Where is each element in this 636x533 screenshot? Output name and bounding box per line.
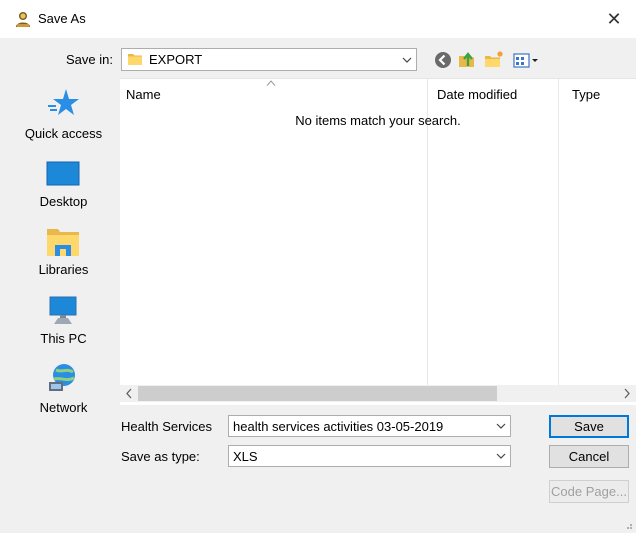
save-as-type-label: Save as type: [121, 449, 200, 464]
title-bar: Save As ✕ [0, 0, 636, 38]
place-label: Desktop [39, 194, 88, 209]
this-pc-icon [49, 296, 77, 324]
filename-input[interactable]: health services activities 03-05-2019 [233, 419, 443, 434]
place-network[interactable]: Network [10, 350, 117, 418]
chevron-down-icon [496, 453, 506, 459]
chevron-down-icon[interactable] [492, 416, 510, 436]
save-button[interactable]: Save [549, 415, 629, 438]
file-list[interactable]: Name Date modified Type No items match y… [120, 78, 636, 405]
horizontal-scrollbar[interactable] [120, 385, 636, 402]
save-in-label: Save in: [66, 52, 113, 67]
resize-grip-icon[interactable] [623, 520, 633, 530]
place-libraries[interactable]: Libraries [10, 214, 117, 282]
place-label: Network [39, 400, 88, 415]
save-as-type-value: XLS [233, 449, 258, 464]
chevron-right-icon [624, 388, 630, 399]
places-bar: Quick access Desktop Libraries This PC N… [10, 78, 117, 431]
cancel-button[interactable]: Cancel [549, 445, 629, 468]
code-page-button[interactable]: Code Page... [549, 480, 629, 503]
place-desktop[interactable]: Desktop [10, 146, 117, 214]
place-quick-access[interactable]: Quick access [10, 78, 117, 146]
column-header-date-modified[interactable]: Date modified [437, 87, 517, 102]
view-menu-icon[interactable] [512, 50, 542, 70]
scroll-right-button[interactable] [618, 385, 636, 402]
chevron-down-icon [402, 57, 412, 63]
close-button[interactable]: ✕ [602, 6, 626, 32]
scroll-left-button[interactable] [120, 385, 138, 402]
back-icon[interactable] [433, 50, 453, 70]
place-label: This PC [40, 331, 87, 346]
new-folder-icon[interactable] [484, 50, 504, 70]
up-folder-icon[interactable] [457, 50, 477, 70]
column-header-type[interactable]: Type [572, 87, 600, 102]
save-in-dropdown[interactable]: EXPORT [121, 48, 417, 71]
filename-combobox[interactable]: health services activities 03-05-2019 [228, 415, 511, 437]
desktop-icon [46, 161, 80, 186]
save-in-value: EXPORT [149, 52, 203, 67]
scrollbar-thumb[interactable] [138, 386, 497, 401]
save-as-dialog: Save As ✕ Save in: EXPORT Quick access D… [0, 0, 636, 533]
libraries-icon [47, 229, 79, 256]
place-this-pc[interactable]: This PC [10, 282, 117, 350]
place-label: Quick access [24, 126, 103, 141]
quick-access-star-icon [48, 89, 79, 115]
window-title: Save As [38, 11, 86, 26]
sort-ascending-icon [266, 80, 276, 86]
empty-message: No items match your search. [295, 113, 461, 128]
filename-label: Health Services [121, 419, 213, 434]
place-label: Libraries [38, 262, 89, 277]
save-as-type-dropdown[interactable]: XLS [228, 445, 511, 467]
network-icon [49, 364, 75, 391]
chevron-left-icon [126, 388, 132, 399]
folder-icon [128, 54, 142, 65]
column-header-name[interactable]: Name [126, 87, 161, 102]
save-as-user-icon [16, 12, 30, 27]
